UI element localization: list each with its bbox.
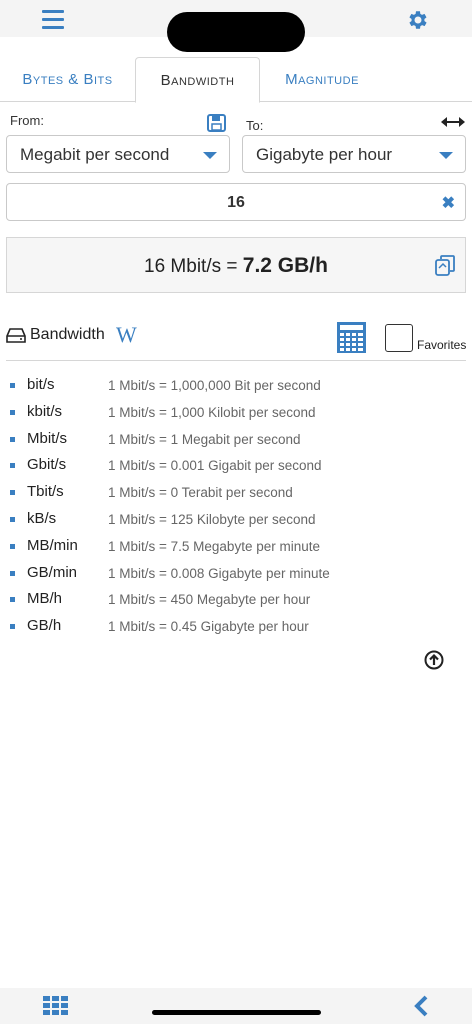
tab-bytes-bits[interactable]: Bytes & Bits xyxy=(0,57,135,102)
list-item-unit: kbit/s xyxy=(27,402,63,420)
from-label: From: xyxy=(10,113,44,128)
camera-notch xyxy=(167,12,305,52)
list-item[interactable]: Tbit/s 1 Mbit/s = 0 Terabit per second xyxy=(0,480,472,507)
list-item-unit: Gbit/s xyxy=(27,456,67,474)
bullet-icon xyxy=(10,624,15,630)
list-item-description: 1 Mbit/s = 7.5 Megabyte per minute xyxy=(108,538,320,554)
clear-icon[interactable]: ✖ xyxy=(442,185,455,223)
bullet-icon xyxy=(10,463,15,469)
list-item-description: 1 Mbit/s = 450 Megabyte per hour xyxy=(108,592,311,608)
bullet-icon xyxy=(10,383,15,388)
gear-icon[interactable] xyxy=(406,8,430,32)
bullet-icon xyxy=(10,597,15,603)
list-item-unit: GB/min xyxy=(27,563,78,581)
back-icon[interactable] xyxy=(413,995,429,1017)
tab-bandwidth[interactable]: Bandwidth xyxy=(135,57,260,103)
result-value: 7.2 GB/h xyxy=(242,254,328,277)
list-item-description: 1 Mbit/s = 0.45 Gigabyte per hour xyxy=(108,619,309,635)
chevron-down-icon xyxy=(203,152,217,159)
list-item-unit: bit/s xyxy=(27,376,55,393)
calculator-icon[interactable] xyxy=(337,322,366,353)
home-indicator xyxy=(152,1010,321,1015)
list-item[interactable]: kB/s 1 Mbit/s = 125 Kilobyte per second xyxy=(0,507,472,534)
result-left: 16 Mbit/s = xyxy=(144,256,243,277)
bullet-icon xyxy=(10,409,15,415)
list-item-description: 1 Mbit/s = 1,000,000 Bit per second xyxy=(108,378,321,393)
save-icon[interactable] xyxy=(207,114,226,132)
menu-icon[interactable] xyxy=(42,10,64,30)
value-input-text: 16 xyxy=(227,194,245,211)
list-item-unit: Tbit/s xyxy=(27,483,64,501)
list-item-unit: GB/h xyxy=(27,617,62,635)
tab-magnitude[interactable]: Magnitude xyxy=(262,57,382,102)
from-unit-select[interactable]: Megabit per second xyxy=(6,135,230,173)
list-item-unit: kB/s xyxy=(27,509,57,527)
list-item[interactable]: bit/s 1 Mbit/s = 1,000,000 Bit per second xyxy=(0,373,472,400)
grid-icon[interactable] xyxy=(43,996,68,1015)
drive-icon xyxy=(6,328,26,343)
list-item[interactable]: Gbit/s 1 Mbit/s = 0.001 Gigabit per secon… xyxy=(0,453,472,480)
list-item-unit: MB/min xyxy=(27,536,78,554)
to-label: To: xyxy=(246,118,264,133)
list-item-unit: MB/h xyxy=(27,590,63,608)
category-title: Bandwidth xyxy=(30,326,105,343)
list-item-description: 1 Mbit/s = 0 Terabit per second xyxy=(108,485,293,501)
swap-icon[interactable] xyxy=(441,116,465,128)
copy-icon[interactable] xyxy=(435,255,455,276)
favorites-label: Favorites xyxy=(417,338,467,352)
conversion-list: bit/s 1 Mbit/s = 1,000,000 Bit per second… xyxy=(0,373,472,641)
bullet-icon xyxy=(10,490,15,496)
list-item[interactable]: MB/min 1 Mbit/s = 7.5 Megabyte per minute xyxy=(0,534,472,561)
chevron-down-icon xyxy=(439,152,453,159)
from-unit-value: Megabit per second xyxy=(20,145,170,164)
list-item[interactable]: kbit/s 1 Mbit/s = 1,000 Kilobit per secon… xyxy=(0,400,472,427)
list-item[interactable]: Mbit/s 1 Mbit/s = 1 Megabit per second xyxy=(0,427,472,454)
category-header: Bandwidth W Favorites xyxy=(0,318,472,362)
list-item-unit: Mbit/s xyxy=(27,429,68,447)
bullet-icon xyxy=(10,543,15,549)
to-unit-value: Gigabyte per hour xyxy=(256,145,393,164)
list-item[interactable]: GB/min 1 Mbit/s = 0.008 Gigabyte per minu… xyxy=(0,561,472,588)
favorites-checkbox[interactable] xyxy=(385,324,413,352)
list-item-description: 1 Mbit/s = 0.008 Gigabyte per minute xyxy=(108,565,330,581)
bullet-icon xyxy=(10,436,15,442)
list-item-description: 1 Mbit/s = 1 Megabit per second xyxy=(108,431,301,447)
list-item-description: 1 Mbit/s = 125 Kilobyte per second xyxy=(108,511,316,527)
to-unit-select[interactable]: Gigabyte per hour xyxy=(242,135,466,173)
arrow-up-circle-icon[interactable] xyxy=(424,650,444,670)
value-input[interactable]: 16 ✖ xyxy=(6,183,466,221)
bottom-bar xyxy=(0,988,472,1024)
list-item[interactable]: GB/h 1 Mbit/s = 0.45 Gigabyte per hour xyxy=(0,614,472,641)
bullet-icon xyxy=(10,516,15,522)
conversion-result: 16 Mbit/s = 7.2 GB/h xyxy=(6,237,466,293)
list-item-description: 1 Mbit/s = 1,000 Kilobit per second xyxy=(108,404,316,420)
divider xyxy=(6,360,466,361)
list-item-description: 1 Mbit/s = 0.001 Gigabit per second xyxy=(108,458,322,474)
list-item[interactable]: MB/h 1 Mbit/s = 450 Megabyte per hour xyxy=(0,587,472,614)
bullet-icon xyxy=(10,570,15,576)
wikipedia-icon[interactable]: W xyxy=(116,322,137,348)
